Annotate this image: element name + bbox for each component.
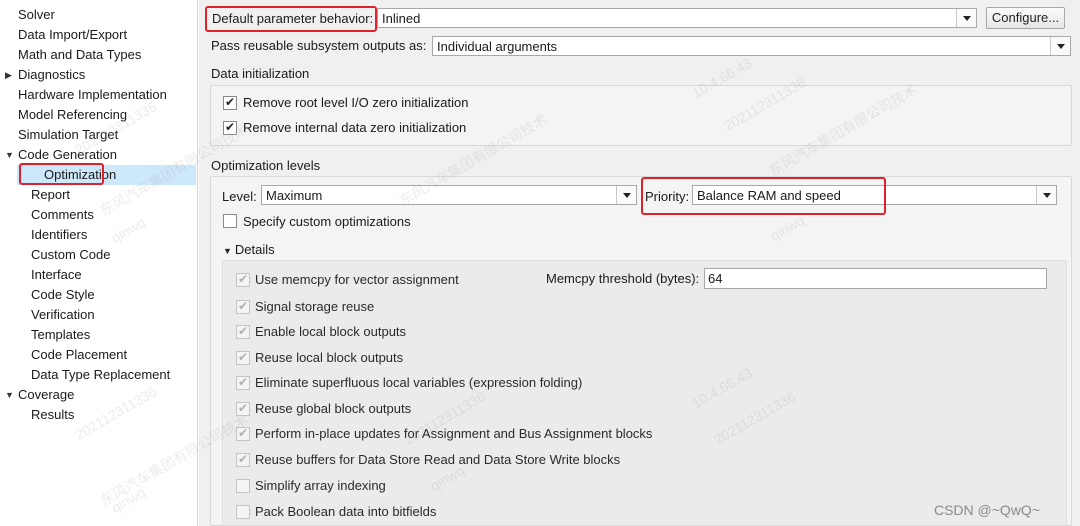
details-checkbox[interactable] <box>236 272 250 287</box>
csdn-watermark: CSDN @~QwQ~ <box>933 502 1040 518</box>
data-init-section-title: Data initialization <box>211 66 310 81</box>
pass-reusable-dropdown[interactable]: Individual arguments <box>432 36 1071 56</box>
chevron-down-icon[interactable] <box>956 9 976 27</box>
details-checkbox[interactable] <box>236 299 250 314</box>
default-param-value: Inlined <box>382 11 421 26</box>
tree-item[interactable]: Code Style <box>0 285 196 305</box>
memcpy-threshold-field[interactable]: 64 <box>704 268 1047 289</box>
details-checkbox-label: Reuse local block outputs <box>255 350 404 365</box>
details-checkbox[interactable] <box>236 401 250 416</box>
details-checkbox-label: Reuse buffers for Data Store Read and Da… <box>255 452 621 467</box>
tree-item[interactable]: Comments <box>0 205 196 225</box>
tree-item[interactable]: Report <box>0 185 196 205</box>
tree-item-label: Interface <box>31 267 82 282</box>
tree-item[interactable]: Code Placement <box>0 345 196 365</box>
priority-dropdown[interactable]: Balance RAM and speed <box>692 185 1057 205</box>
tree-item[interactable]: Solver <box>0 5 196 25</box>
tree-item-label: Solver <box>18 7 55 22</box>
tree-item[interactable]: Model Referencing <box>0 105 196 125</box>
opt-levels-section-title: Optimization levels <box>211 158 321 173</box>
details-checkbox[interactable] <box>236 479 250 493</box>
tree-item[interactable]: Verification <box>0 305 196 325</box>
details-checkbox-label: Eliminate superfluous local variables (e… <box>255 375 583 390</box>
details-label: Details <box>234 242 275 257</box>
priority-label: Priority: <box>645 189 690 204</box>
memcpy-threshold-value: 64 <box>708 271 723 286</box>
tree-item-label: Code Generation <box>18 147 118 162</box>
tree-item-label: Code Style <box>31 287 95 302</box>
details-checkbox[interactable] <box>236 375 250 390</box>
details-checkbox[interactable] <box>236 350 250 365</box>
tree-item-label: Verification <box>31 307 95 322</box>
tree-item[interactable]: ▶ Diagnostics <box>0 65 196 85</box>
pass-reusable-value: Individual arguments <box>437 39 557 54</box>
details-toggle[interactable]: ▼ Details <box>223 242 275 257</box>
specify-custom-label: Specify custom optimizations <box>243 214 411 229</box>
tree-item[interactable]: Results <box>0 405 196 425</box>
optimization-pane: Default parameter behavior: Inlined Conf… <box>199 0 1080 526</box>
default-param-dropdown[interactable]: Inlined <box>377 8 977 28</box>
tree-item[interactable]: Math and Data Types <box>0 45 196 65</box>
tree-item-label: Custom Code <box>31 247 111 262</box>
tree-item-label: Data Type Replacement <box>31 367 171 382</box>
details-checkbox-label: Simplify array indexing <box>255 478 386 493</box>
details-checkbox-label: Enable local block outputs <box>255 324 407 339</box>
details-checkbox[interactable] <box>236 426 250 441</box>
level-dropdown[interactable]: Maximum <box>261 185 637 205</box>
details-checkbox-label: Reuse global block outputs <box>255 401 412 416</box>
chevron-down-icon[interactable] <box>616 186 636 204</box>
specify-custom-checkbox[interactable] <box>223 214 237 228</box>
tree-item-label: Code Placement <box>31 347 128 362</box>
triangle-right-icon[interactable]: ▶ <box>5 65 12 85</box>
level-value: Maximum <box>266 188 323 203</box>
details-checkbox-label: Signal storage reuse <box>255 299 375 314</box>
tree-item-label: Diagnostics <box>18 67 86 82</box>
tree-item-label: Math and Data Types <box>18 47 142 62</box>
tree-item[interactable]: Optimization <box>17 165 196 185</box>
config-tree: Solver Data Import/Export Math and Data Ty… <box>0 0 198 526</box>
tree-item-label: Results <box>31 407 75 422</box>
details-checkbox[interactable] <box>236 324 250 339</box>
configure-button[interactable]: Configure... <box>986 7 1065 29</box>
tree-item[interactable]: Data Import/Export <box>0 25 196 45</box>
default-param-label: Default parameter behavior: <box>212 11 374 26</box>
tree-item[interactable]: Data Type Replacement <box>0 365 196 385</box>
tree-item-label: Coverage <box>18 387 75 402</box>
tree-item[interactable]: Interface <box>0 265 196 285</box>
details-checkbox[interactable] <box>236 505 250 519</box>
triangle-down-icon[interactable]: ▼ <box>5 145 14 165</box>
tree-item-label: Data Import/Export <box>18 27 128 42</box>
triangle-down-icon[interactable]: ▼ <box>5 385 14 405</box>
tree-item[interactable]: Identifiers <box>0 225 196 245</box>
memcpy-threshold-label: Memcpy threshold (bytes): <box>546 271 700 286</box>
tree-item-label: Model Referencing <box>18 107 128 122</box>
chevron-down-icon[interactable] <box>1036 186 1056 204</box>
details-checkbox-label: Use memcpy for vector assignment <box>255 272 459 287</box>
details-checkbox-label: Pack Boolean data into bitfields <box>255 504 437 519</box>
remove-internal-checkbox[interactable] <box>223 120 237 135</box>
tree-item-label: Simulation Target <box>18 127 119 142</box>
priority-value: Balance RAM and speed <box>697 188 841 203</box>
tree-item[interactable]: Hardware Implementation <box>0 85 196 105</box>
chevron-down-icon[interactable] <box>1050 37 1070 55</box>
tree-item-label: Identifiers <box>31 227 88 242</box>
level-label: Level: <box>222 189 257 204</box>
remove-root-checkbox[interactable] <box>223 95 237 110</box>
details-checkbox-label: Perform in-place updates for Assignment … <box>255 426 653 441</box>
triangle-down-icon: ▼ <box>223 246 232 256</box>
tree-item-label: Optimization <box>44 167 117 182</box>
tree-item[interactable]: Simulation Target <box>0 125 196 145</box>
tree-item[interactable]: ▼ Code Generation <box>0 145 196 165</box>
tree-item[interactable]: ▼ Coverage <box>0 385 196 405</box>
tree-item[interactable]: Templates <box>0 325 196 345</box>
tree-item-label: Hardware Implementation <box>18 87 167 102</box>
tree-item-label: Report <box>31 187 71 202</box>
details-checkbox[interactable] <box>236 452 250 467</box>
pass-reusable-label: Pass reusable subsystem outputs as: <box>211 38 427 53</box>
tree-item-label: Comments <box>31 207 94 222</box>
remove-internal-label: Remove internal data zero initialization <box>243 120 467 135</box>
remove-root-label: Remove root level I/O zero initializatio… <box>243 95 469 110</box>
tree-item-label: Templates <box>31 327 91 342</box>
tree-item[interactable]: Custom Code <box>0 245 196 265</box>
